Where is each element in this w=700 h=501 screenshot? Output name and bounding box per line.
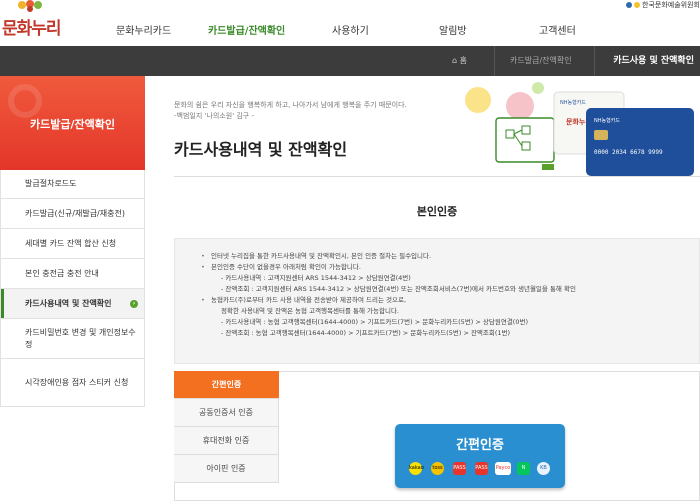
breadcrumb-parent[interactable]: 카드발급/잔액확인	[510, 46, 572, 76]
simple-auth-label: 간편인증	[456, 438, 504, 453]
info-line: 본인인증 수단이 없을경우 아래처럼 확인이 가능합니다.	[201, 262, 689, 273]
top-util-link[interactable]: 한국문화예술위원회	[626, 0, 700, 9]
sidebar-item-label: 발급절차로드도	[25, 179, 77, 188]
auth-tabs: 간편인증 공동인증서 인증 휴대전화 인증 아이핀 인증	[174, 371, 279, 483]
sidebar-item-label: 카드사용내역 및 잔액확인	[25, 298, 112, 308]
info-line: 인터넷 누리집을 통한 카드사용내역 및 잔액확인시, 본인 인증 절차는 필수…	[201, 251, 689, 262]
hero-bubble-icon	[506, 92, 534, 120]
section-title: 본인인증	[416, 205, 458, 218]
home-icon: ⌂	[452, 56, 458, 65]
pass-alt-icon: PASS	[475, 462, 488, 475]
info-line: - 카드사용내역 : 농협 고객행복센터(1644-4000) > 기프트카드(…	[221, 318, 528, 326]
sidebar-item-label: 카드비밀번호 변경 및 개인정보수정	[25, 327, 136, 349]
logo-text: 문화누리	[2, 19, 62, 39]
sidebar-item-usage-balance[interactable]: 카드사용내역 및 잔액확인 ›	[0, 289, 145, 319]
sidebar-item-label: 세대별 카드 잔액 합산 신청	[25, 238, 117, 248]
info-line: - 카드사용내역 : 고객지원센터 ARS 1544-3412 > 상담원연결(…	[221, 274, 411, 282]
sidebar-item-password-change[interactable]: 카드비밀번호 변경 및 개인정보수정	[0, 319, 145, 359]
monitor-icon	[495, 117, 555, 163]
sidebar-item-braille-sticker[interactable]: 시각장애인용 점자 스티커 신청	[0, 359, 145, 407]
site-logo[interactable]: 문화누리	[0, 0, 80, 46]
sidebar-title-box: 카드발급/잔액확인	[0, 76, 145, 170]
payco-icon: Payco	[495, 462, 511, 475]
naver-icon: N	[517, 462, 530, 475]
info-box: 인터넷 누리집을 통한 카드사용내역 및 잔액확인시, 본인 인증 절차는 필수…	[174, 238, 700, 364]
quote-text: 문화의 쉼은 우리 자신을 행복하게 하고, 나아가서 남에게 행복을 주기 때…	[174, 101, 407, 109]
card1-brand: NH농협카드	[560, 99, 586, 106]
page: 문화누리 문화누리카드 카드발급/잔액확인 사용하기 알림방 고객센터 한국문화…	[0, 0, 700, 501]
toss-icon: toss	[431, 462, 444, 475]
breadcrumb-current[interactable]: 카드사용 및 잔액확인	[613, 46, 694, 76]
logo-flower-icon	[18, 0, 42, 12]
breadcrumb-divider	[594, 46, 595, 76]
sidebar-item-label: 카드발급(신규/재발급/재충전)	[25, 208, 125, 218]
card2-brand: NH농협카드	[594, 117, 620, 124]
kb-icon: KB	[537, 462, 550, 475]
gnb-usage[interactable]: 사용하기	[332, 22, 369, 37]
kakao-icon: kakao	[409, 462, 424, 475]
gnb-culture-card[interactable]: 문화누리카드	[116, 22, 171, 37]
sidebar-item-label: 시각장애인용 점자 스티커 신청	[25, 377, 129, 387]
sidebar-item-label: 본인 충전금 충전 안내	[25, 268, 99, 278]
sidebar-item-household-balance[interactable]: 세대별 카드 잔액 합산 신청	[0, 229, 145, 259]
info-line: 정확한 사용내역 및 잔액은 농협 고객행복센터를 통해 가능합니다.	[221, 307, 399, 315]
sidebar-title: 카드발급/잔액확인	[30, 118, 115, 131]
hero-card-illustration: NH농협카드 문화누리 NH농협카드 0000 2034 6678 9999	[465, 82, 694, 176]
breadcrumb: ⌂ 홈 카드발급/잔액확인 카드사용 및 잔액확인	[0, 46, 700, 76]
hero-bubble-icon	[465, 87, 491, 113]
page-quote: 문화의 쉼은 우리 자신을 행복하게 하고, 나아가서 남에게 행복을 주기 때…	[174, 100, 474, 122]
hero-bubble-icon	[532, 82, 544, 94]
gnb-customer-center[interactable]: 고객센터	[539, 22, 576, 37]
breadcrumb-home[interactable]: ⌂ 홈	[452, 46, 467, 76]
pass-icon: PASS	[453, 462, 466, 475]
sidebar-menu: 발급절차로드도 카드발급(신규/재발급/재충전) 세대별 카드 잔액 합산 신청…	[0, 170, 145, 407]
site-header: 문화누리 문화누리카드 카드발급/잔액확인 사용하기 알림방 고객센터 한국문화…	[0, 0, 700, 46]
breadcrumb-home-label: 홈	[459, 56, 467, 65]
page-title: 카드사용내역 및 잔액확인	[174, 140, 348, 159]
tab-simple-auth[interactable]: 간편인증	[174, 371, 279, 399]
card2-number: 0000 2034 6678 9999	[594, 149, 663, 156]
tab-ipin-auth[interactable]: 아이핀 인증	[174, 455, 279, 483]
quote-author: -백범일지 '나의소원' 김구 -	[174, 112, 254, 121]
tab-phone-auth[interactable]: 휴대전화 인증	[174, 427, 279, 455]
simple-auth-button[interactable]: 간편인증 kakao toss PASS PASS Payco N KB	[395, 424, 565, 488]
gnb-notice[interactable]: 알림방	[439, 22, 467, 37]
top-util-label: 한국문화예술위원회	[642, 1, 700, 9]
tab-certificate-auth[interactable]: 공동인증서 인증	[174, 399, 279, 427]
gnb-card-issue[interactable]: 카드발급/잔액확인	[208, 22, 285, 37]
info-line: - 잔액조회 : 고객지원센터 ARS 1544-3412 > 상담원연결(4번…	[221, 285, 576, 293]
sidebar-item-issue-roadmap[interactable]: 발급절차로드도	[0, 170, 145, 199]
arts-council-logo-icon	[626, 2, 633, 8]
info-line: 농협카드(주)로부터 카드 사용 내역을 전송받아 제공하여 드리는 것으로,	[201, 295, 689, 306]
sidebar-item-self-charge[interactable]: 본인 충전금 충전 안내	[0, 259, 145, 289]
title-divider	[174, 176, 700, 177]
sidebar-decoration-icon	[8, 84, 42, 118]
arts-council-logo-dot-icon	[634, 2, 641, 8]
breadcrumb-divider	[494, 46, 495, 76]
chevron-right-icon: ›	[130, 299, 138, 308]
info-line: - 잔액조회 : 농협 고객행복센터(1644-4000) > 기프트카드(7번…	[221, 329, 511, 337]
sidebar-item-card-issue[interactable]: 카드발급(신규/재발급/재충전)	[0, 199, 145, 229]
